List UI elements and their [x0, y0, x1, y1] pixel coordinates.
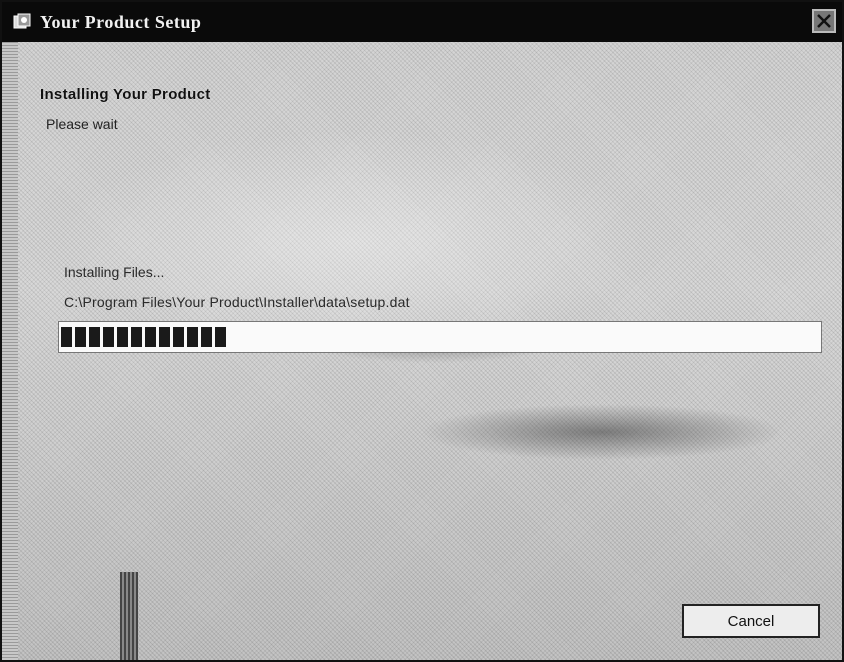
title-bar[interactable]: Your Product Setup: [2, 2, 842, 42]
close-icon: [817, 14, 831, 28]
decorative-pillar: [120, 572, 138, 660]
setup-window: Your Product Setup Installing Your Produ…: [0, 0, 844, 662]
page-title: Installing Your Product: [40, 86, 211, 103]
status-label: Installing Files...: [64, 264, 165, 280]
cancel-button[interactable]: Cancel: [682, 604, 820, 638]
progress-fill: [61, 327, 228, 347]
current-file-path: C:\Program Files\Your Product\Installer\…: [64, 294, 410, 310]
close-button[interactable]: [812, 9, 836, 33]
left-border: [2, 42, 18, 660]
installer-icon: [12, 12, 32, 32]
progress-bar: [58, 321, 822, 353]
window-title: Your Product Setup: [40, 11, 202, 32]
page-subtitle: Please wait: [46, 116, 118, 132]
